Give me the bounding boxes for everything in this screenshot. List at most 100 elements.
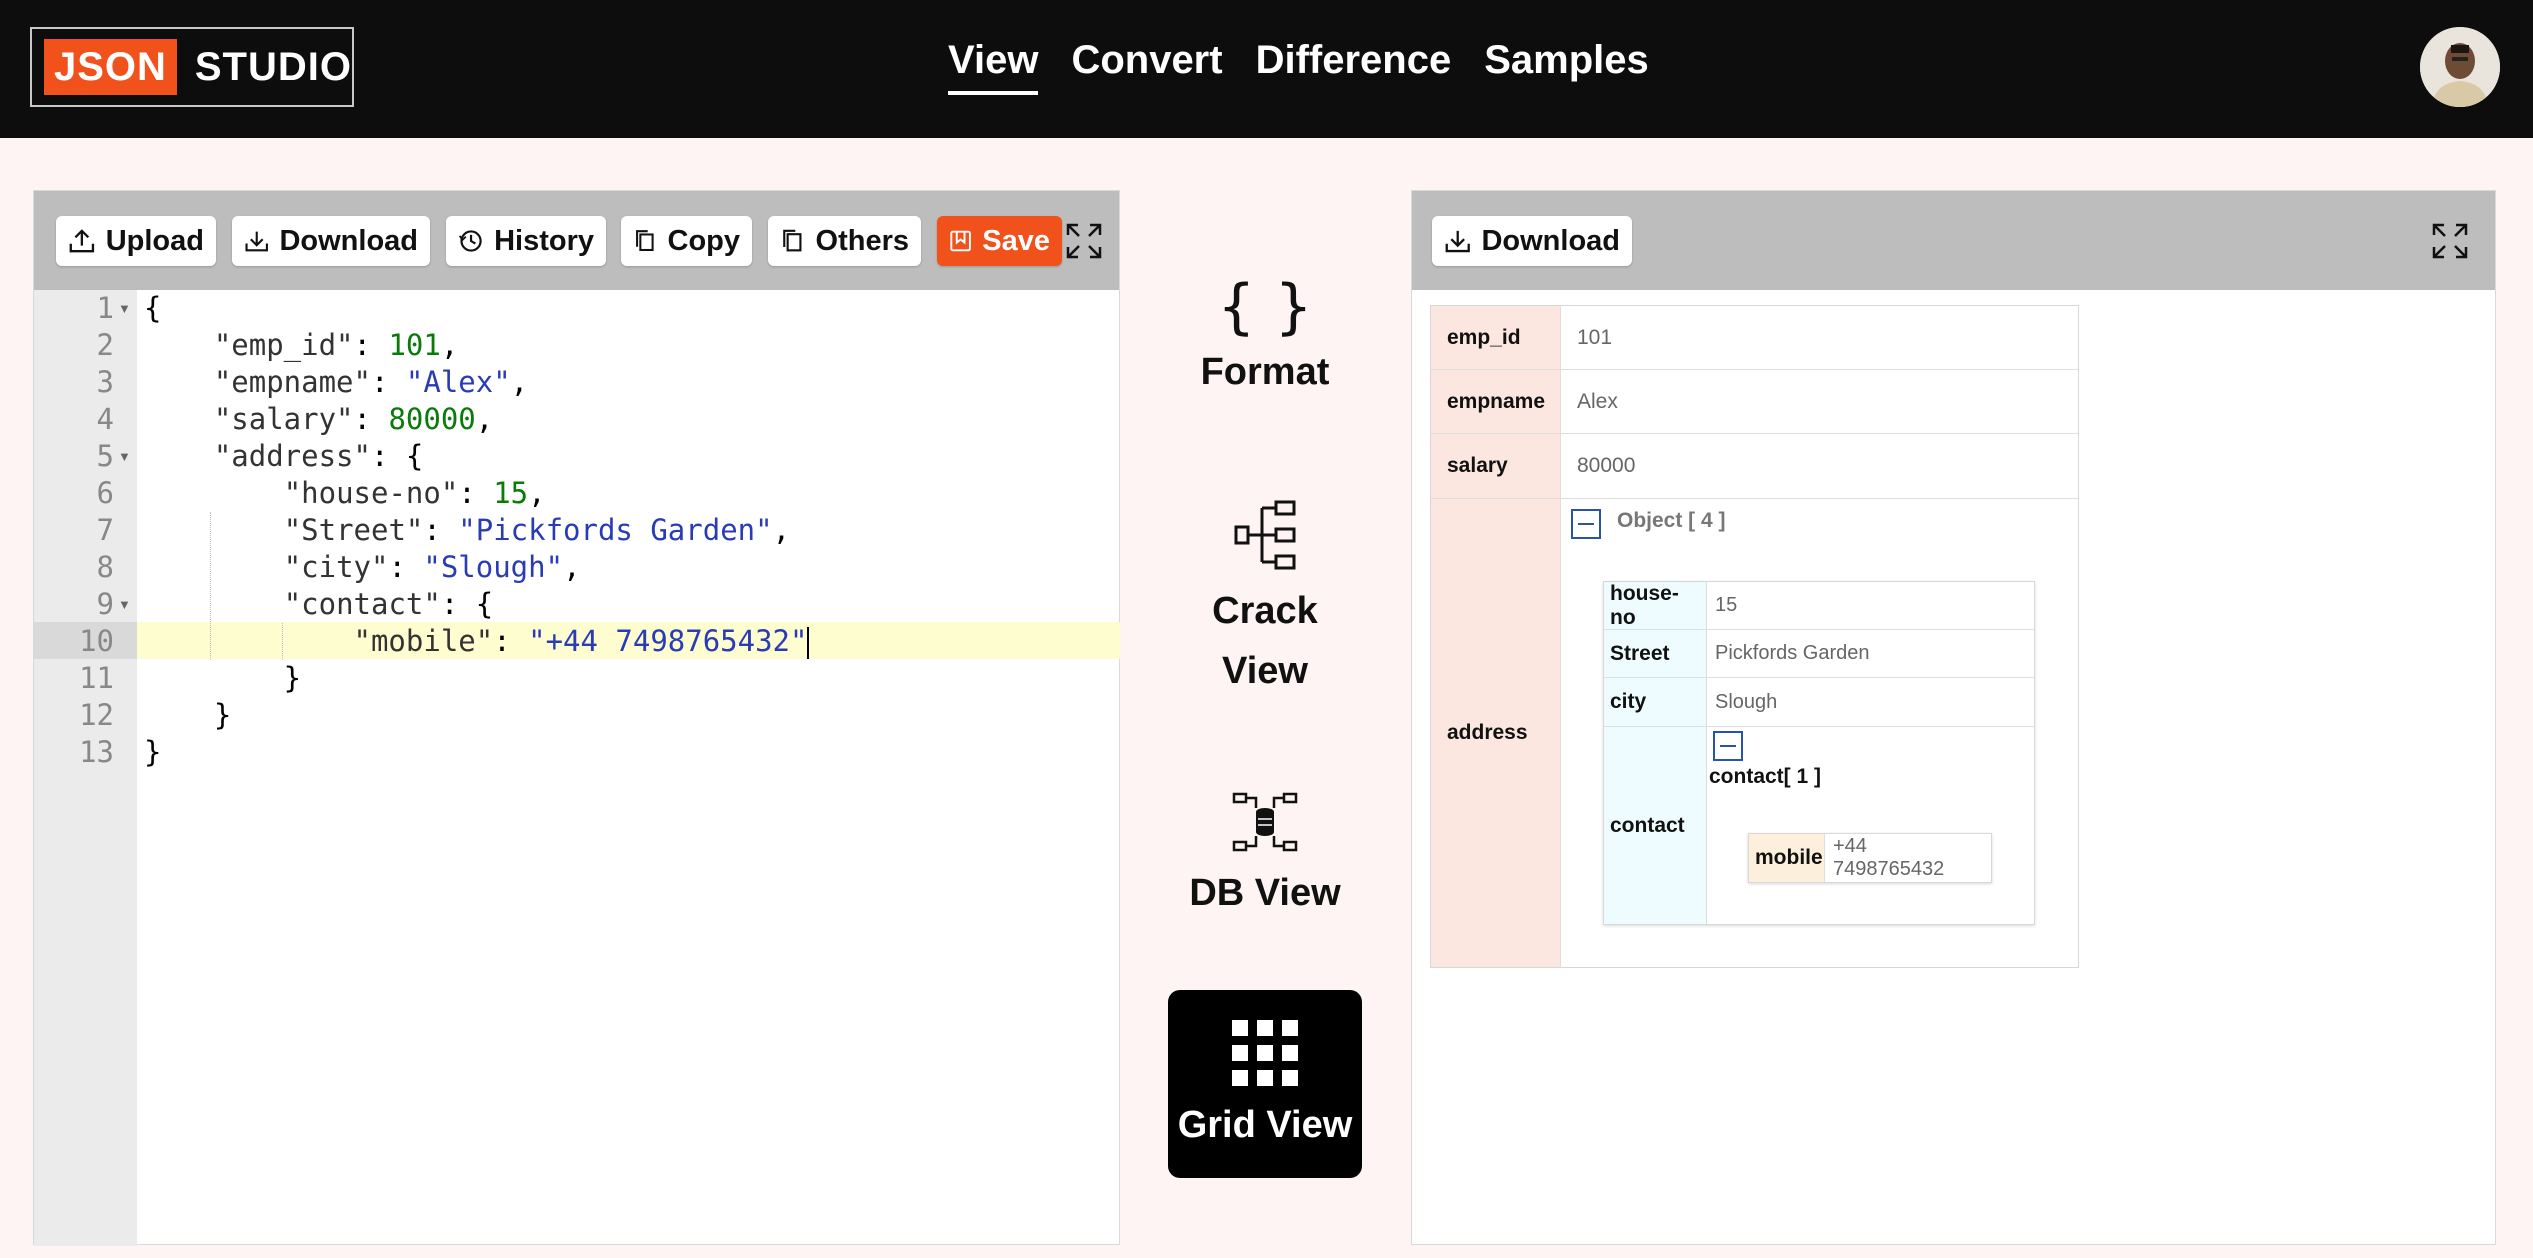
braces-icon: { } [1217, 272, 1313, 342]
fold-arrow-icon[interactable]: ▼ [118, 290, 131, 327]
grid-value: 15 [1715, 594, 1738, 616]
grid-download-button[interactable]: Download [1432, 216, 1632, 266]
grid-value: 101 [1577, 325, 1613, 349]
code-line[interactable]: } [144, 660, 1229, 697]
download-icon [245, 231, 268, 252]
logo-json: JSON [44, 39, 177, 95]
code-line[interactable]: "contact": { [144, 586, 1229, 623]
contact-array-label: contact[ 1 ] [1709, 765, 1822, 788]
code-line[interactable]: "empname": "Alex", [144, 364, 1229, 401]
table-row: address Object [ 4 ] house-no 15 Street … [1431, 499, 2078, 967]
grid-expand-button[interactable] [2430, 221, 2470, 266]
grid-key: city [1604, 678, 1707, 726]
table-row: salary 80000 [1431, 434, 2078, 499]
crack-label-line1: Crack [1212, 590, 1318, 632]
nav-convert[interactable]: Convert [1071, 38, 1222, 95]
collapse-icon[interactable] [1713, 731, 1743, 761]
code-line[interactable]: "house-no": 15, [144, 475, 1229, 512]
others-button[interactable]: Others [768, 216, 921, 266]
main-nav: View Convert Difference Samples [948, 38, 1649, 95]
text-cursor [807, 627, 810, 659]
crack-label-line2: View [1222, 650, 1308, 692]
crack-view-option[interactable]: Crack View [1168, 492, 1362, 702]
grid-table: emp_id 101 empname Alex salary 80000 add… [1430, 305, 2079, 968]
code-line[interactable]: "salary": 80000, [144, 401, 1229, 438]
history-label: History [494, 224, 594, 257]
copy-label: Copy [667, 224, 741, 257]
line-number: 13 [79, 735, 114, 769]
grid-value: +44 7498765432 [1833, 835, 1945, 880]
collapse-icon[interactable] [1571, 509, 1601, 539]
code-line[interactable]: { [144, 290, 1229, 327]
db-view-label: DB View [1189, 872, 1341, 914]
grid-download-label: Download [1481, 224, 1620, 257]
nav-samples[interactable]: Samples [1484, 38, 1649, 95]
copy-button[interactable]: Copy [621, 216, 752, 266]
upload-label: Upload [105, 224, 204, 257]
nav-difference[interactable]: Difference [1256, 38, 1452, 95]
grid-key: Street [1604, 630, 1707, 677]
grid-value: Pickfords Garden [1715, 642, 1870, 664]
format-option[interactable]: { } Format [1168, 272, 1362, 422]
history-button[interactable]: History [446, 216, 606, 266]
table-row: empname Alex [1431, 370, 2078, 434]
grid-key: house-no [1604, 582, 1707, 629]
history-icon [458, 230, 482, 252]
upload-icon [69, 229, 95, 253]
grid-key: empname [1431, 370, 1561, 433]
user-avatar[interactable] [2420, 27, 2500, 107]
line-number: 8 [96, 550, 114, 584]
grid-value: Alex [1577, 389, 1618, 413]
nav-view[interactable]: View [948, 38, 1039, 95]
line-number: 2 [96, 328, 114, 362]
address-object-header: Object [ 4 ] [1571, 509, 1726, 539]
save-label: Save [982, 224, 1050, 257]
line-number: 1 [96, 291, 114, 325]
code-line[interactable]: } [144, 734, 1229, 771]
line-number: 9 [96, 587, 114, 621]
tree-icon [1234, 500, 1296, 570]
database-icon [1232, 792, 1298, 852]
code-line[interactable]: "Street": "Pickfords Garden", [144, 512, 1229, 549]
line-number: 3 [96, 365, 114, 399]
grid-value: Slough [1715, 690, 1778, 713]
line-number: 7 [96, 513, 114, 547]
line-number: 12 [79, 698, 114, 732]
grid-view-option[interactable]: Grid View [1168, 990, 1362, 1178]
line-number: 5 [96, 439, 114, 473]
grid-key: salary [1431, 434, 1561, 498]
code-line[interactable]: "city": "Slough", [144, 549, 1229, 586]
download-button[interactable]: Download [232, 216, 430, 266]
editor-toolbar: Upload Download History Copy Others Save [34, 191, 1119, 290]
download-label: Download [279, 224, 418, 257]
grid-view-panel: Download emp_id 101 empname Alex salary … [1411, 190, 2496, 1245]
save-button[interactable]: Save [937, 216, 1062, 266]
app-header: JSON STUDIO View Convert Difference Samp… [0, 0, 2533, 138]
line-number: 11 [79, 661, 114, 695]
db-view-option[interactable]: DB View [1168, 792, 1362, 932]
contact-table: mobile +44 7498765432 [1748, 833, 1992, 883]
others-label: Others [815, 224, 909, 257]
format-label: Format [1200, 351, 1330, 393]
grid-toolbar: Download [1412, 191, 2495, 290]
app-logo[interactable]: JSON STUDIO [30, 27, 354, 107]
code-line[interactable]: "emp_id": 101, [144, 327, 1229, 364]
upload-button[interactable]: Upload [56, 216, 216, 266]
table-row: contact contact[ 1 ] mobile +44 74987654… [1604, 727, 2034, 924]
fold-arrow-icon[interactable]: ▼ [118, 586, 131, 623]
code-line[interactable]: "mobile": "+44 7498765432" [144, 623, 1229, 660]
grid-key: mobile [1749, 834, 1825, 882]
code-line[interactable]: } [144, 697, 1229, 734]
contact-cell: contact[ 1 ] mobile +44 7498765432 [1707, 727, 2034, 924]
fold-arrow-icon[interactable]: ▼ [118, 438, 131, 475]
grid-view-label: Grid View [1177, 1104, 1353, 1146]
grid-icon [1232, 1020, 1298, 1086]
json-editor-panel: Upload Download History Copy Others Save [33, 190, 1120, 1246]
expand-icon [1066, 223, 1102, 259]
code-line[interactable]: "address": { [144, 438, 1229, 475]
bookmark-icon [950, 230, 971, 252]
table-row: Street Pickfords Garden [1604, 630, 2034, 678]
copy-icon [636, 230, 654, 252]
line-number: 6 [96, 476, 114, 510]
editor-expand-button[interactable] [1064, 221, 1104, 266]
